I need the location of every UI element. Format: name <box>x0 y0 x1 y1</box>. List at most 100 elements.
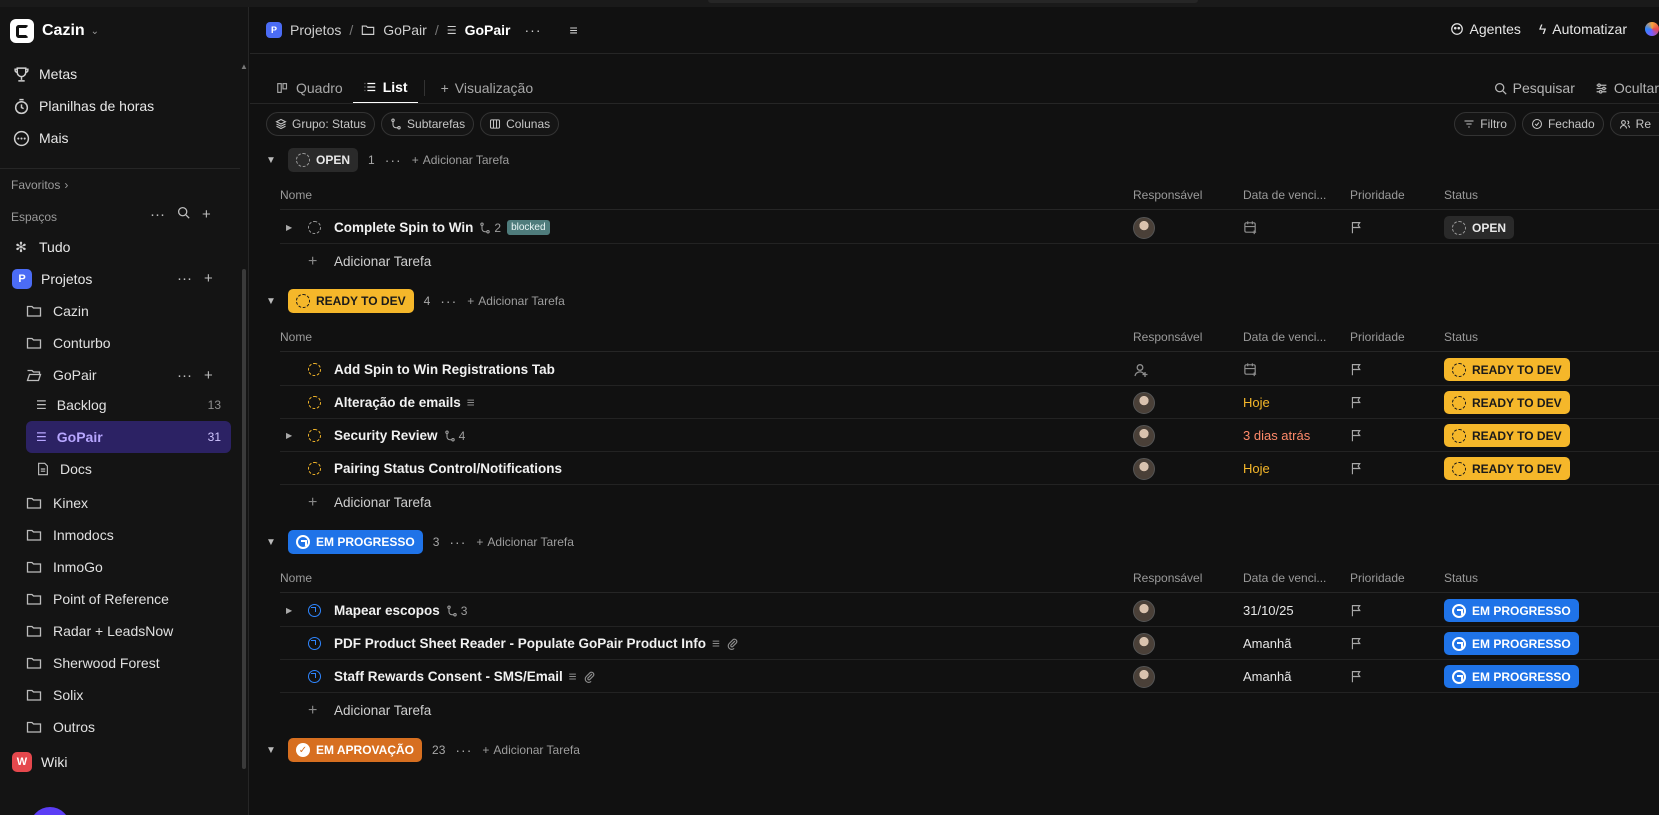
sidebar-folder[interactable]: Outros <box>26 719 95 735</box>
col-name[interactable]: Nome <box>280 188 312 202</box>
sidebar-item-goals[interactable]: Metas <box>12 65 77 83</box>
closed-chip[interactable]: Fechado <box>1521 112 1604 136</box>
assignee-cell[interactable] <box>1133 627 1155 660</box>
task-name[interactable]: Staff Rewards Consent - SMS/Email ≡ <box>334 660 596 693</box>
sidebar-folder[interactable]: Point of Reference <box>26 591 169 607</box>
status-badge[interactable]: READY TO DEV <box>1444 391 1570 414</box>
col-name[interactable]: Nome <box>280 330 312 344</box>
priority-cell[interactable] <box>1350 419 1363 452</box>
priority-cell[interactable] <box>1350 452 1363 485</box>
sidebar-scrollbar[interactable] <box>242 269 246 769</box>
expand-arrow-icon[interactable]: ▶ <box>286 419 292 452</box>
automate-button[interactable]: ϟ Automatizar <box>1539 21 1627 37</box>
col-due[interactable]: Data de venci... <box>1243 188 1326 202</box>
priority-cell[interactable] <box>1350 386 1363 419</box>
task-name[interactable]: Complete Spin to Win 2 blocked <box>334 211 550 244</box>
tab-board[interactable]: Quadro <box>266 72 353 104</box>
expand-arrow-icon[interactable]: ▶ <box>286 594 292 627</box>
due-date-cell[interactable]: Hoje <box>1243 386 1270 419</box>
status-cell[interactable]: READY TO DEV <box>1444 419 1570 452</box>
status-icon[interactable] <box>308 386 321 419</box>
tab-list[interactable]: List <box>352 72 418 104</box>
add-task-row[interactable]: + Adicionar Tarefa <box>280 245 1659 278</box>
subtask-count[interactable]: 4 <box>444 429 465 443</box>
sidebar-folder[interactable]: Inmodocs <box>26 527 114 543</box>
col-status[interactable]: Status <box>1444 188 1478 202</box>
col-priority[interactable]: Prioridade <box>1350 188 1405 202</box>
task-title[interactable]: Pairing Status Control/Notifications <box>334 461 562 476</box>
due-date-cell[interactable] <box>1243 211 1258 244</box>
search-icon[interactable] <box>177 206 190 223</box>
sidebar-folder-gopair[interactable]: GoPair <box>26 367 97 383</box>
status-cell[interactable]: READY TO DEV <box>1444 386 1570 419</box>
plus-icon[interactable]: + <box>202 206 211 223</box>
more-icon[interactable]: ··· <box>150 206 165 223</box>
task-title[interactable]: PDF Product Sheet Reader - Populate GoPa… <box>334 636 706 651</box>
col-status[interactable]: Status <box>1444 571 1478 585</box>
sidebar-folder[interactable]: Cazin <box>26 303 89 319</box>
status-cell[interactable]: EM PROGRESSO <box>1444 660 1579 693</box>
priority-cell[interactable] <box>1350 211 1363 244</box>
breadcrumb-folder[interactable]: GoPair <box>383 22 427 38</box>
caret-down-icon[interactable]: ▼ <box>266 296 278 307</box>
status-cell[interactable]: READY TO DEV <box>1444 353 1570 386</box>
task-row[interactable]: PDF Product Sheet Reader - Populate GoPa… <box>280 627 1659 660</box>
add-task-row[interactable]: + Adicionar Tarefa <box>280 486 1659 519</box>
due-date-cell[interactable]: Hoje <box>1243 452 1270 485</box>
caret-down-icon[interactable]: ▼ <box>266 537 278 548</box>
description-icon[interactable]: ≡ <box>570 22 578 38</box>
scroll-up-arrow-icon[interactable]: ▲ <box>240 62 248 71</box>
subtask-count[interactable]: 3 <box>446 604 467 618</box>
more-icon[interactable]: ··· <box>525 22 542 38</box>
group-by-chip[interactable]: Grupo: Status <box>266 112 376 136</box>
add-task-button[interactable]: + Adicionar Tarefa <box>412 153 510 167</box>
status-badge[interactable]: READY TO DEV <box>1444 457 1570 480</box>
due-date-cell[interactable] <box>1243 353 1258 386</box>
status-badge[interactable]: READY TO DEV <box>1444 358 1570 381</box>
task-row[interactable]: Staff Rewards Consent - SMS/Email ≡ Aman… <box>280 660 1659 693</box>
task-row[interactable]: Add Spin to Win Registrations Tab READY … <box>280 353 1659 386</box>
sidebar-space-wiki[interactable]: W Wiki <box>12 752 67 772</box>
tag-blocked[interactable]: blocked <box>507 220 550 235</box>
agents-button[interactable]: Agentes <box>1450 21 1521 37</box>
sidebar-list-gopair[interactable]: ☰ GoPair 31 <box>26 421 231 453</box>
col-priority[interactable]: Prioridade <box>1350 330 1405 344</box>
status-icon[interactable] <box>308 419 321 452</box>
assignee-cell[interactable] <box>1133 660 1155 693</box>
sidebar-folder[interactable]: Kinex <box>26 495 88 511</box>
add-task-button[interactable]: + Adicionar Tarefa <box>467 294 565 308</box>
breadcrumb-space[interactable]: Projetos <box>290 22 341 38</box>
assignee-chip[interactable]: Re <box>1609 112 1659 136</box>
due-date-cell[interactable]: Amanhã <box>1243 627 1291 660</box>
task-title[interactable]: Security Review <box>334 428 438 443</box>
status-icon[interactable] <box>308 211 321 244</box>
priority-cell[interactable] <box>1350 353 1363 386</box>
col-assignee[interactable]: Responsável <box>1133 571 1202 585</box>
task-row[interactable]: Pairing Status Control/Notifications Hoj… <box>280 452 1659 485</box>
task-row[interactable]: ▶ Mapear escopos 3 31/10/25 EM PROGRESSO <box>280 594 1659 627</box>
status-badge[interactable]: ✓ EM APROVAÇÃO <box>288 738 423 762</box>
task-name[interactable]: PDF Product Sheet Reader - Populate GoPa… <box>334 627 739 660</box>
task-row[interactable]: ▶ Complete Spin to Win 2 blocked OPEN <box>280 211 1659 244</box>
status-cell[interactable]: OPEN <box>1444 211 1515 244</box>
assignee-cell[interactable] <box>1133 386 1155 419</box>
sidebar-docs[interactable]: Docs <box>26 453 231 485</box>
assignee-cell[interactable] <box>1133 353 1149 386</box>
priority-cell[interactable] <box>1350 660 1363 693</box>
status-badge[interactable]: EM PROGRESSO <box>1444 599 1579 622</box>
priority-cell[interactable] <box>1350 594 1363 627</box>
task-title[interactable]: Staff Rewards Consent - SMS/Email <box>334 669 563 684</box>
assignee-cell[interactable] <box>1133 211 1155 244</box>
sidebar-list-backlog[interactable]: ☰ Backlog 13 <box>26 389 231 421</box>
more-icon[interactable]: ··· <box>440 293 457 309</box>
sidebar-folder[interactable]: Conturbo <box>26 335 111 351</box>
add-task-button[interactable]: + Adicionar Tarefa <box>482 743 580 757</box>
sidebar-item-more[interactable]: Mais <box>12 129 69 147</box>
plus-icon[interactable]: + <box>204 270 213 287</box>
help-chat-bubble[interactable] <box>30 807 70 815</box>
due-date-cell[interactable]: 31/10/25 <box>1243 594 1294 627</box>
filter-chip[interactable]: Filtro <box>1454 112 1516 136</box>
status-cell[interactable]: EM PROGRESSO <box>1444 594 1579 627</box>
col-priority[interactable]: Prioridade <box>1350 571 1405 585</box>
status-badge[interactable]: READY TO DEV <box>1444 424 1570 447</box>
